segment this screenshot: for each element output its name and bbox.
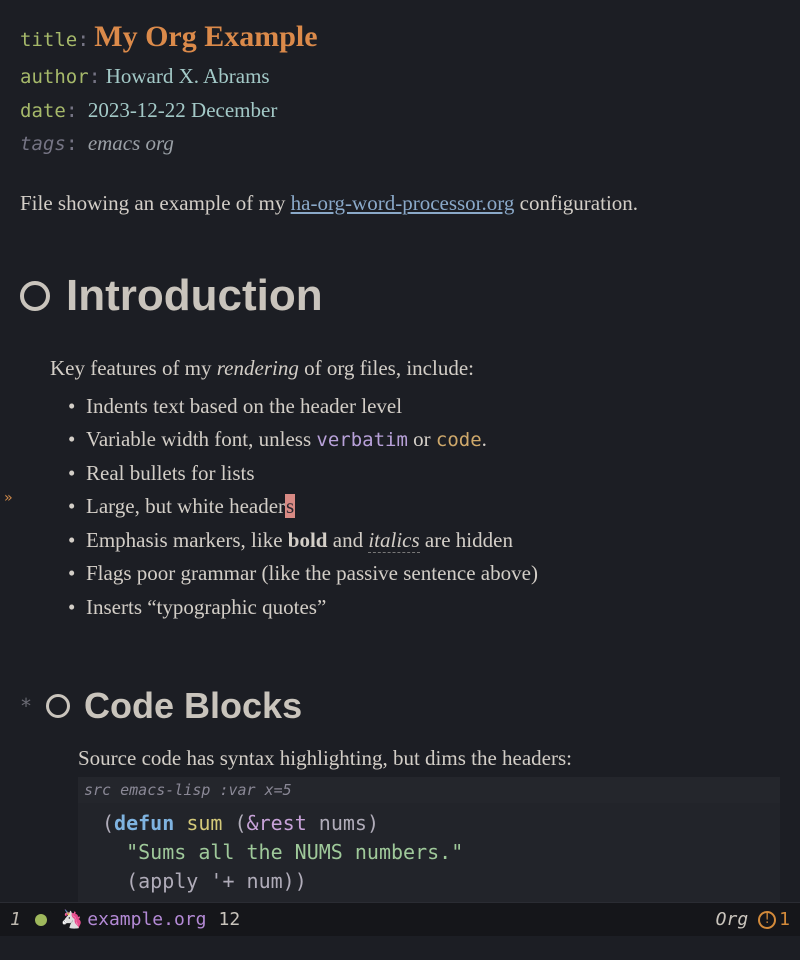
major-mode[interactable]: Org — [716, 909, 749, 930]
heading-text: Introduction — [66, 263, 323, 329]
window-number: 1 — [10, 909, 21, 930]
list-item: Large, but white headers — [68, 491, 780, 523]
fringe-marker-icon: » — [4, 490, 12, 506]
buffer-status-dot-icon — [35, 914, 47, 926]
heading-text: Code Blocks — [84, 679, 302, 733]
warning-count: 1 — [779, 909, 790, 930]
heading-code-blocks[interactable]: * Code Blocks — [20, 679, 780, 733]
features-lead: Key features of my rendering of org file… — [50, 353, 780, 385]
meta-key-author: author — [20, 66, 89, 88]
config-link[interactable]: ha-org-word-processor.org — [291, 191, 515, 215]
list-item: Flags poor grammar (like the passive sen… — [68, 558, 780, 590]
list-item: Emphasis markers, like bold and italics … — [68, 525, 780, 557]
source-lead: Source code has syntax highlighting, but… — [78, 743, 780, 775]
heading-star-icon: * — [20, 691, 32, 721]
minibuffer[interactable] — [0, 936, 800, 960]
meta-val-author: Howard X. Abrams — [106, 64, 270, 88]
meta-key-title: title — [20, 29, 77, 51]
list-item: Real bullets for lists — [68, 458, 780, 490]
meta-tags-line: tags: emacs org — [20, 128, 780, 160]
flycheck-indicator[interactable]: ! 1 — [758, 909, 790, 930]
meta-author-line: author: Howard X. Abrams — [20, 61, 780, 93]
meta-date-line: date: 2023-12-22 December — [20, 95, 780, 127]
buffer-filename[interactable]: example.org — [87, 909, 206, 930]
meta-title-line: title: My Org Example — [20, 14, 780, 59]
line-number: 12 — [218, 909, 240, 930]
meta-key-date: date — [20, 100, 66, 122]
mode-line[interactable]: 1 🦄 example.org 12 Org ! 1 — [0, 902, 800, 936]
list-item: Inserts “typographic quotes” — [68, 592, 780, 624]
source-code-body[interactable]: (defun sum (&rest nums) "Sums all the NU… — [78, 803, 780, 902]
warning-icon: ! — [758, 911, 776, 929]
source-block-section: Source code has syntax highlighting, but… — [78, 743, 780, 929]
text-cursor: s — [285, 494, 295, 518]
meta-val-tags: emacs org — [88, 131, 174, 155]
editor-buffer[interactable]: title: My Org Example author: Howard X. … — [0, 0, 800, 898]
meta-key-tags: tags — [20, 133, 66, 155]
heading-bullet-icon — [46, 694, 70, 718]
features-list: Indents text based on the header level V… — [68, 391, 780, 624]
heading-introduction[interactable]: Introduction — [20, 263, 780, 329]
meta-val-date: 2023-12-22 December — [88, 98, 278, 122]
intro-body: Key features of my rendering of org file… — [50, 353, 780, 623]
list-item: Indents text based on the header level — [68, 391, 780, 423]
intro-paragraph: File showing an example of my ha-org-wor… — [20, 188, 780, 220]
list-item: Variable width font, unless verbatim or … — [68, 424, 780, 456]
meta-val-title: My Org Example — [94, 20, 317, 53]
heading-bullet-icon — [20, 281, 50, 311]
unicorn-icon: 🦄 — [61, 909, 83, 930]
source-begin-line: src emacs-lisp :var x=5 — [78, 777, 780, 804]
